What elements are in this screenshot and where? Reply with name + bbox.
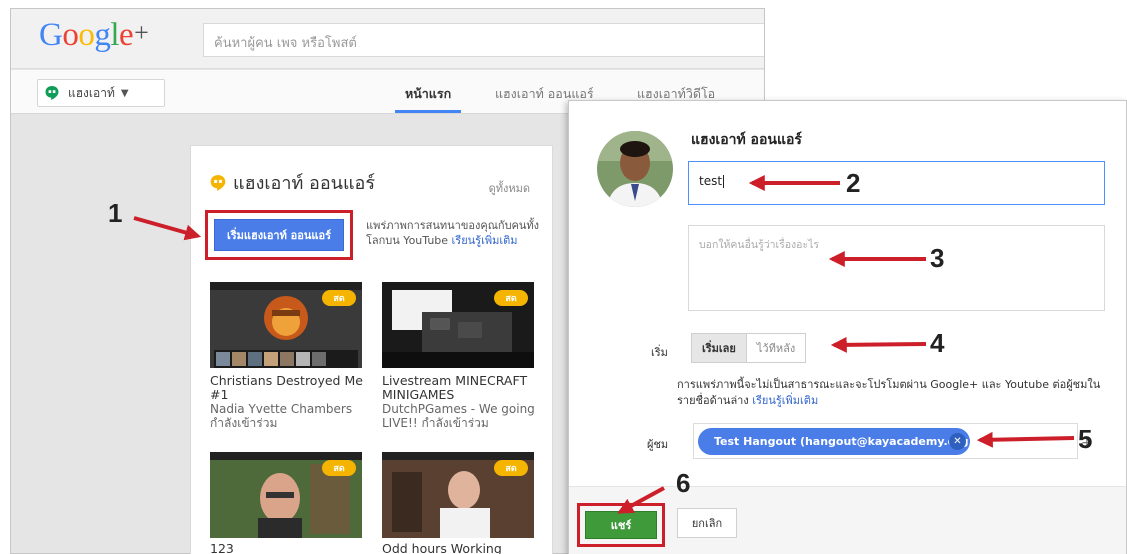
remove-chip-icon[interactable]: ✕ [949, 433, 966, 450]
chevron-down-icon: ▼ [120, 87, 129, 99]
video-title[interactable]: Christians Destroyed Me #1 [210, 374, 370, 402]
start-description: แพร่ภาพการสนทนาของคุณกับคนทั้งโลกบน YouT… [366, 218, 541, 248]
text-caret [723, 175, 725, 188]
video-caption: 123 [210, 542, 370, 554]
live-badge: สด [322, 460, 356, 476]
top-bar: Google+ ค้นหาผู้คน เพจ หรือโพสต์ [11, 9, 764, 69]
video-caption: Livestream MINECRAFT MINIGAMES DutchPGam… [382, 374, 542, 431]
dialog-title: แฮงเอาท์ ออนแอร์ [691, 132, 802, 148]
dialog-footer: แชร์ ยกเลิก [569, 486, 1126, 554]
hangouts-on-air-icon [210, 174, 226, 191]
video-title[interactable]: Odd hours Working [382, 542, 542, 554]
start-label: เริ่ม [651, 346, 668, 359]
video-caption: Christians Destroyed Me #1 Nadia Yvette … [210, 374, 370, 431]
description-input[interactable]: บอกให้คนอื่นรู้ว่าเรื่องอะไร [688, 225, 1105, 311]
video-thumbnail[interactable]: สด [210, 282, 362, 368]
hangouts-icon [45, 86, 59, 100]
live-badge: สด [322, 290, 356, 306]
learn-more-link[interactable]: เรียนรู้เพิ่มเติม [452, 234, 518, 247]
video-subtitle: Nadia Yvette Chambers กำลังเข้าร่วม [210, 402, 353, 430]
video-thumbnail[interactable]: สด [210, 452, 362, 538]
video-title[interactable]: 123 [210, 542, 370, 554]
search-input[interactable]: ค้นหาผู้คน เพจ หรือโพสต์ [203, 23, 764, 57]
card-title-text: แฮงเอาท์ ออนแอร์ [233, 173, 376, 194]
see-all-link[interactable]: ดูทั้งหมด [489, 179, 530, 197]
step-number-1: 1 [108, 198, 123, 228]
start-time-toggle: เริ่มเลย ไว้ทีหลัง [691, 333, 807, 363]
step-number-3: 3 [930, 243, 945, 273]
tab-home[interactable]: หน้าแรก [394, 84, 462, 113]
broadcast-notice-text: การแพร่ภาพนี้จะไม่เป็นสาธารณะและจะโปรโมต… [677, 378, 1101, 407]
start-now-button[interactable]: เริ่มเลย [691, 333, 747, 363]
step-6-highlight: แชร์ [577, 503, 665, 547]
avatar-image [597, 131, 673, 207]
step-number-4: 4 [930, 328, 945, 358]
audience-chip-label: Test Hangout (hangout@kayacademy.org) [714, 435, 974, 448]
share-button[interactable]: แชร์ [585, 511, 657, 539]
hangouts-selector-label: แฮงเอาท์ [68, 85, 115, 100]
audience-label: ผู้ชม [647, 438, 669, 451]
step-1-highlight: เริ่มแฮงเอาท์ ออนแอร์ [205, 210, 353, 260]
cancel-button[interactable]: ยกเลิก [677, 508, 737, 538]
step-number-2: 2 [846, 168, 861, 198]
video-title[interactable]: Livestream MINECRAFT MINIGAMES [382, 374, 542, 402]
live-badge: สด [494, 290, 528, 306]
video-subtitle: DutchPGames - We going LIVE!! กำลังเข้าร… [382, 402, 535, 430]
card-title: แฮงเอาท์ ออนแอร์ [209, 168, 375, 197]
step-number-5: 5 [1078, 424, 1093, 454]
video-thumbnail[interactable]: สด [382, 452, 534, 538]
video-thumbnail[interactable]: สด [382, 282, 534, 368]
start-hangout-on-air-button[interactable]: เริ่มแฮงเอาท์ ออนแอร์ [214, 219, 344, 251]
hangout-name-input[interactable]: test [688, 161, 1105, 205]
hangouts-on-air-card: แฮงเอาท์ ออนแอร์ ดูทั้งหมด เริ่มแฮงเอาท์… [190, 145, 553, 554]
broadcast-notice: การแพร่ภาพนี้จะไม่เป็นสาธารณะและจะโปรโมต… [677, 377, 1117, 409]
google-plus-logo[interactable]: Google+ [39, 17, 149, 54]
audience-chip[interactable]: Test Hangout (hangout@kayacademy.org) ✕ [698, 428, 974, 455]
hangouts-selector[interactable]: แฮงเอาท์ ▼ [37, 79, 165, 107]
live-badge: สด [494, 460, 528, 476]
audience-field[interactable]: Test Hangout (hangout@kayacademy.org) ✕ [693, 423, 1078, 459]
video-caption: Odd hours Working [382, 542, 542, 554]
avatar [597, 131, 673, 207]
notice-learn-more-link[interactable]: เรียนรู้เพิ่มเติม [752, 394, 818, 407]
step-number-6: 6 [676, 468, 691, 498]
hangout-name-value: test [699, 174, 723, 188]
start-later-button[interactable]: ไว้ทีหลัง [746, 333, 807, 363]
